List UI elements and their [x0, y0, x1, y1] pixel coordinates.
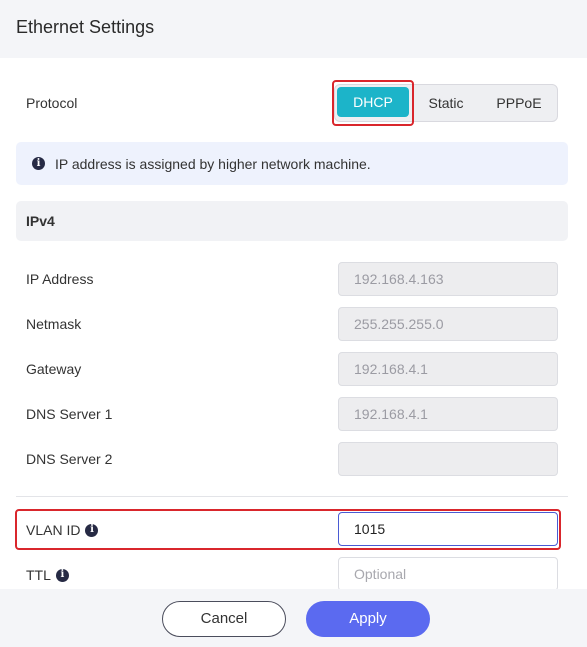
dns-server-2-label: DNS Server 2 — [26, 451, 113, 467]
ip-address-label: IP Address — [26, 271, 94, 287]
dns-server-1-label: DNS Server 1 — [26, 406, 113, 422]
vlan-highlight-box — [15, 509, 561, 550]
info-banner: i IP address is assigned by higher netwo… — [16, 142, 568, 185]
ipv4-section-header: IPv4 — [16, 201, 568, 241]
gateway-field[interactable]: 192.168.4.1 — [338, 352, 558, 386]
netmask-field[interactable]: 255.255.255.0 — [338, 307, 558, 341]
ip-address-field[interactable]: 192.168.4.163 — [338, 262, 558, 296]
dns-server-2-field[interactable] — [338, 442, 558, 476]
info-icon: i — [32, 157, 45, 170]
dialog-title: Ethernet Settings — [16, 17, 155, 37]
ttl-info-icon[interactable]: i — [55, 568, 69, 582]
divider — [16, 496, 568, 497]
netmask-label: Netmask — [26, 316, 82, 332]
protocol-label: Protocol — [26, 95, 78, 111]
gateway-label: Gateway — [26, 361, 82, 377]
info-text: IP address is assigned by higher network… — [55, 155, 371, 172]
protocol-option-static[interactable]: Static — [413, 85, 479, 121]
dns-server-1-field[interactable]: 192.168.4.1 — [338, 397, 558, 431]
dialog-header: Ethernet Settings — [0, 0, 587, 58]
apply-button[interactable]: Apply — [306, 601, 430, 637]
cancel-button[interactable]: Cancel — [162, 601, 286, 637]
dialog-footer: Cancel Apply — [0, 589, 587, 647]
ttl-label: TTL i — [26, 567, 69, 583]
protocol-option-pppoe[interactable]: PPPoE — [483, 85, 555, 121]
ttl-input[interactable]: Optional — [338, 557, 558, 591]
dhcp-highlight-box — [332, 80, 414, 126]
